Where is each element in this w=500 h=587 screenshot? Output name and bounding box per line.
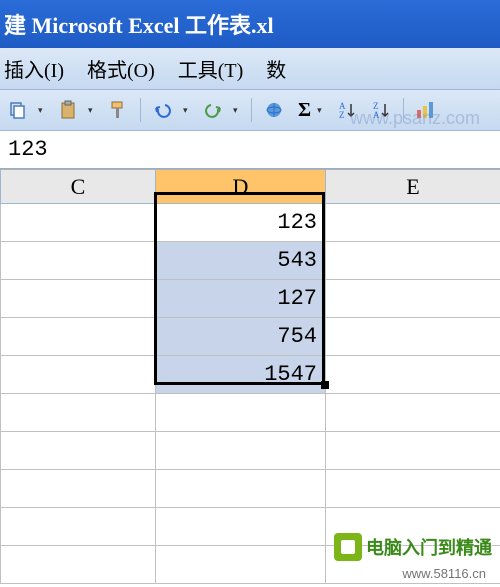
formula-value: 123 — [8, 137, 48, 162]
cell[interactable] — [326, 356, 500, 394]
cell[interactable] — [1, 204, 156, 242]
menu-bar: 插入(I) 格式(O) 工具(T) 数 — [0, 48, 500, 90]
cell[interactable]: 1547 — [156, 356, 326, 394]
column-header-e[interactable]: E — [326, 170, 500, 204]
copy-icon[interactable] — [4, 96, 32, 124]
cell[interactable] — [326, 470, 500, 508]
redo-icon[interactable] — [199, 96, 227, 124]
paste-icon[interactable] — [54, 96, 82, 124]
menu-insert[interactable]: 插入(I) — [4, 54, 64, 83]
cell[interactable] — [1, 470, 156, 508]
undo-icon[interactable] — [149, 96, 177, 124]
cell[interactable] — [326, 318, 500, 356]
undo-dropdown[interactable]: ▾ — [183, 105, 193, 116]
cell[interactable] — [1, 242, 156, 280]
svg-text:Z: Z — [339, 110, 345, 120]
cell[interactable] — [326, 432, 500, 470]
svg-text:A: A — [373, 110, 380, 120]
cell[interactable] — [1, 356, 156, 394]
column-header-d[interactable]: D — [156, 170, 326, 204]
toolbar-separator — [140, 98, 141, 122]
table-row: 754 — [1, 318, 500, 356]
copy-dropdown[interactable]: ▾ — [38, 105, 48, 116]
cell[interactable] — [326, 508, 500, 546]
cell[interactable]: 123 — [156, 204, 326, 242]
spreadsheet: C D E 123 543 127 754 1547 — [0, 169, 500, 584]
hyperlink-icon[interactable] — [260, 96, 288, 124]
cell[interactable] — [1, 546, 156, 584]
toolbar: ▾ ▾ ▾ ▾ Σ ▾ AZ ZA — [0, 90, 500, 131]
cell[interactable] — [1, 508, 156, 546]
cell[interactable] — [156, 432, 326, 470]
formula-bar[interactable]: 123 — [0, 131, 500, 169]
menu-format[interactable]: 格式(O) — [87, 54, 155, 83]
cell[interactable] — [326, 280, 500, 318]
cell[interactable] — [326, 204, 500, 242]
cell[interactable] — [1, 280, 156, 318]
toolbar-separator — [251, 98, 252, 122]
fill-handle[interactable] — [321, 381, 329, 389]
autosum-label[interactable]: Σ — [298, 99, 311, 122]
table-row: 1547 — [1, 356, 500, 394]
cell[interactable] — [156, 470, 326, 508]
cell[interactable] — [156, 508, 326, 546]
title-bar: 建 Microsoft Excel 工作表.xl — [0, 0, 500, 48]
cell[interactable] — [1, 318, 156, 356]
table-row — [1, 394, 500, 432]
cell[interactable]: 754 — [156, 318, 326, 356]
cell[interactable] — [1, 394, 156, 432]
cell[interactable] — [326, 242, 500, 280]
table-row — [1, 470, 500, 508]
sort-asc-icon[interactable]: AZ — [333, 96, 361, 124]
menu-data[interactable]: 数 — [266, 54, 286, 83]
cell[interactable] — [1, 432, 156, 470]
cell[interactable] — [156, 394, 326, 432]
table-row — [1, 546, 500, 584]
redo-dropdown[interactable]: ▾ — [233, 105, 243, 116]
window-title: 建 Microsoft Excel 工作表.xl — [4, 13, 274, 38]
cell[interactable] — [156, 546, 326, 584]
menu-tools[interactable]: 工具(T) — [178, 54, 244, 83]
format-painter-icon[interactable] — [104, 96, 132, 124]
column-header-c[interactable]: C — [1, 170, 156, 204]
cell[interactable] — [326, 546, 500, 584]
paste-dropdown[interactable]: ▾ — [88, 105, 98, 116]
toolbar-separator — [403, 98, 404, 122]
cell[interactable] — [326, 394, 500, 432]
table-row: 123 — [1, 204, 500, 242]
sort-desc-icon[interactable]: ZA — [367, 96, 395, 124]
chart-icon[interactable] — [412, 96, 440, 124]
table-row: 543 — [1, 242, 500, 280]
table-row — [1, 432, 500, 470]
table-row: 127 — [1, 280, 500, 318]
column-header-row: C D E — [1, 170, 500, 204]
cell[interactable]: 543 — [156, 242, 326, 280]
table-row — [1, 508, 500, 546]
cell[interactable]: 127 — [156, 280, 326, 318]
autosum-dropdown[interactable]: ▾ — [317, 105, 327, 116]
